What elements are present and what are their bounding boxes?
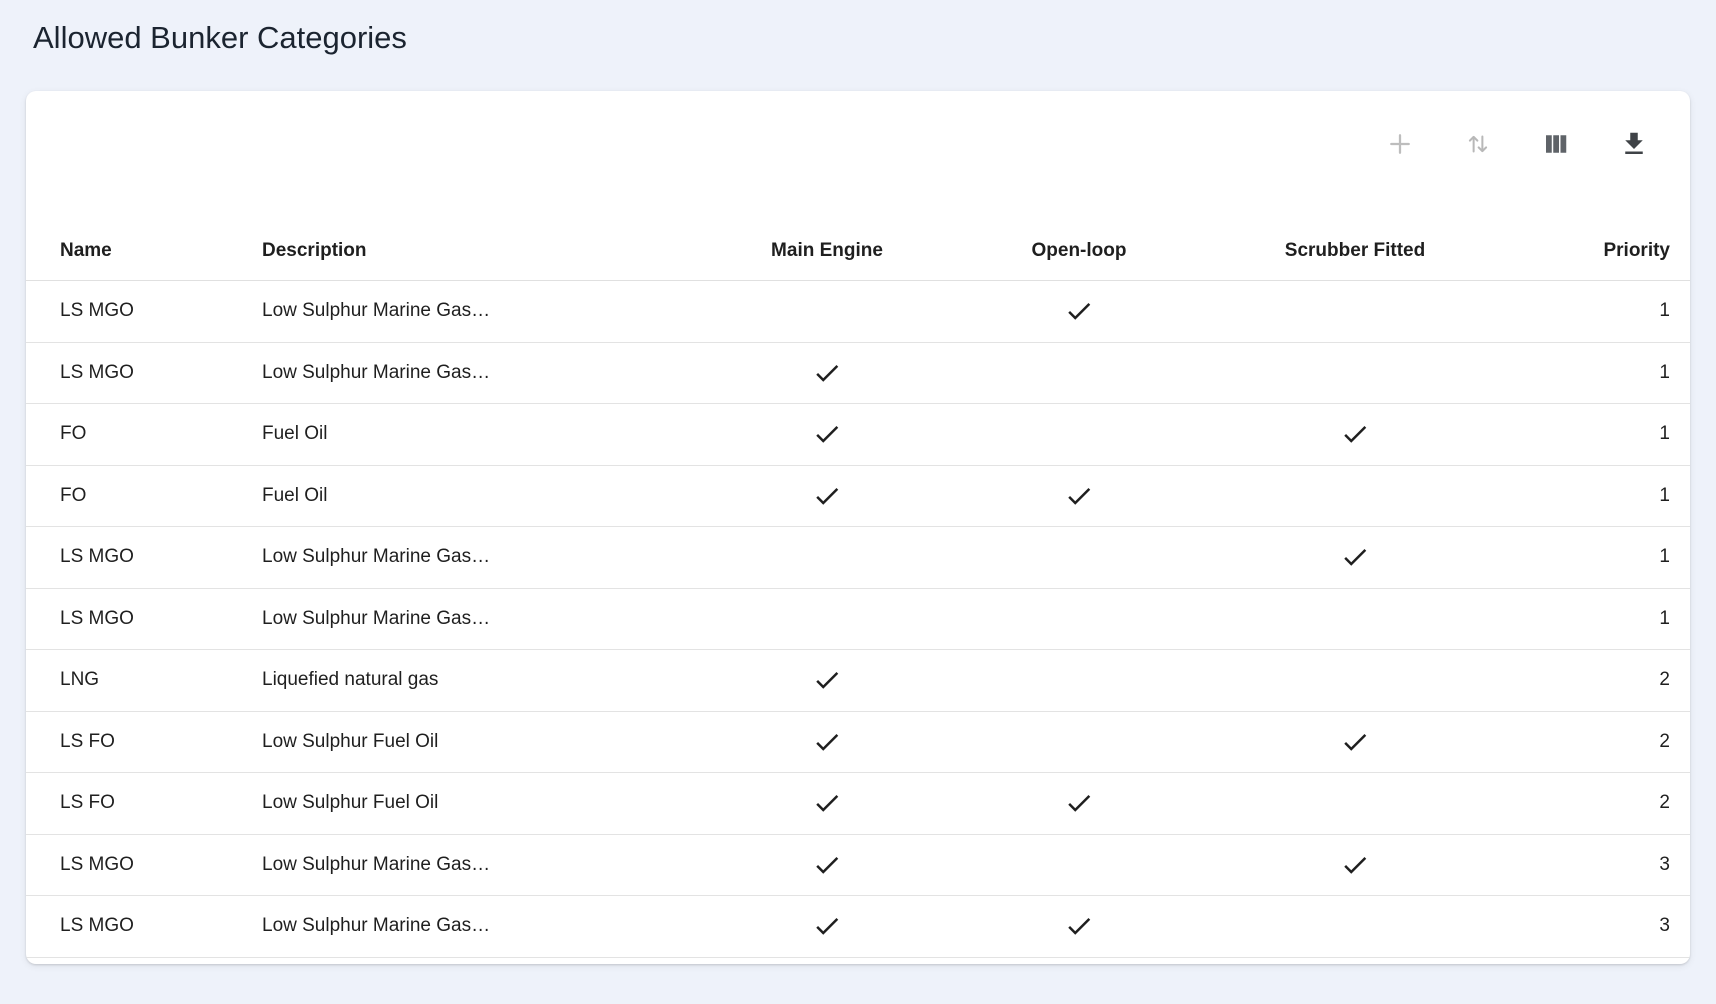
cell-description: Low Sulphur Marine Gas… <box>262 362 702 384</box>
cell-name: LS MGO <box>60 546 262 568</box>
check-icon <box>812 665 842 695</box>
check-icon <box>1064 296 1094 326</box>
table-row[interactable]: LS MGO Low Sulphur Marine Gas… 1 <box>26 589 1690 651</box>
table-body: LS MGO Low Sulphur Marine Gas… 1 LS MGO … <box>26 281 1690 958</box>
table-row[interactable]: LS MGO Low Sulphur Marine Gas… 1 <box>26 527 1690 589</box>
check-icon <box>812 358 842 388</box>
cell-main-engine <box>702 419 952 449</box>
column-header-main-engine[interactable]: Main Engine <box>702 240 952 262</box>
check-icon <box>812 850 842 880</box>
check-icon <box>1064 911 1094 941</box>
column-header-open-loop[interactable]: Open-loop <box>952 240 1206 262</box>
cell-priority: 3 <box>1504 915 1670 937</box>
cell-main-engine <box>702 911 952 941</box>
bunker-categories-card: Name Description Main Engine Open-loop S… <box>26 91 1690 964</box>
add-button[interactable] <box>1382 127 1418 163</box>
cell-description: Fuel Oil <box>262 485 702 507</box>
columns-icon <box>1541 129 1571 162</box>
cell-open-loop <box>952 911 1206 941</box>
check-icon <box>1340 542 1370 572</box>
download-button[interactable] <box>1616 127 1652 163</box>
cell-priority: 1 <box>1504 546 1670 568</box>
cell-priority: 1 <box>1504 608 1670 630</box>
table-row[interactable]: LS FO Low Sulphur Fuel Oil 2 <box>26 712 1690 774</box>
cell-main-engine <box>702 727 952 757</box>
cell-priority: 3 <box>1504 854 1670 876</box>
cell-description: Low Sulphur Fuel Oil <box>262 792 702 814</box>
table-row[interactable]: LS FO Low Sulphur Fuel Oil 2 <box>26 773 1690 835</box>
check-icon <box>812 788 842 818</box>
cell-name: LS FO <box>60 731 262 753</box>
cell-name: LS MGO <box>60 854 262 876</box>
cell-scrubber-fitted <box>1206 727 1504 757</box>
cell-priority: 2 <box>1504 792 1670 814</box>
table-row[interactable]: FO Fuel Oil 1 <box>26 466 1690 528</box>
card-bottom-padding <box>26 958 1690 964</box>
cell-main-engine <box>702 788 952 818</box>
page-title: Allowed Bunker Categories <box>33 18 1690 58</box>
columns-button[interactable] <box>1538 127 1574 163</box>
cell-open-loop <box>952 296 1206 326</box>
cell-open-loop <box>952 481 1206 511</box>
check-icon <box>812 911 842 941</box>
cell-scrubber-fitted <box>1206 542 1504 572</box>
check-icon <box>812 727 842 757</box>
cell-description: Low Sulphur Fuel Oil <box>262 731 702 753</box>
check-icon <box>812 481 842 511</box>
table-row[interactable]: LS MGO Low Sulphur Marine Gas… 1 <box>26 343 1690 405</box>
cell-main-engine <box>702 665 952 695</box>
table-header-row: Name Description Main Engine Open-loop S… <box>26 221 1690 281</box>
cell-scrubber-fitted <box>1206 850 1504 880</box>
column-header-name[interactable]: Name <box>60 240 262 262</box>
cell-name: LS MGO <box>60 915 262 937</box>
cell-description: Low Sulphur Marine Gas… <box>262 300 702 322</box>
cell-description: Low Sulphur Marine Gas… <box>262 854 702 876</box>
cell-name: FO <box>60 485 262 507</box>
cell-description: Low Sulphur Marine Gas… <box>262 608 702 630</box>
check-icon <box>1064 481 1094 511</box>
cell-main-engine <box>702 850 952 880</box>
cell-priority: 1 <box>1504 300 1670 322</box>
cell-description: Liquefied natural gas <box>262 669 702 691</box>
download-icon <box>1619 129 1649 162</box>
cell-priority: 1 <box>1504 485 1670 507</box>
table-row[interactable]: FO Fuel Oil 1 <box>26 404 1690 466</box>
cell-name: LNG <box>60 669 262 691</box>
cell-description: Low Sulphur Marine Gas… <box>262 915 702 937</box>
cell-open-loop <box>952 788 1206 818</box>
cell-name: LS FO <box>60 792 262 814</box>
plus-icon <box>1385 129 1415 162</box>
cell-main-engine <box>702 358 952 388</box>
check-icon <box>1340 727 1370 757</box>
column-header-priority[interactable]: Priority <box>1504 240 1670 262</box>
table-row[interactable]: LS MGO Low Sulphur Marine Gas… 1 <box>26 281 1690 343</box>
cell-name: LS MGO <box>60 300 262 322</box>
table-row[interactable]: LNG Liquefied natural gas 2 <box>26 650 1690 712</box>
check-icon <box>1064 788 1094 818</box>
cell-name: LS MGO <box>60 362 262 384</box>
check-icon <box>812 419 842 449</box>
cell-priority: 1 <box>1504 362 1670 384</box>
cell-priority: 2 <box>1504 731 1670 753</box>
sort-arrows-icon <box>1463 129 1493 162</box>
column-header-scrubber-fitted[interactable]: Scrubber Fitted <box>1206 240 1504 262</box>
table-row[interactable]: LS MGO Low Sulphur Marine Gas… 3 <box>26 835 1690 897</box>
cell-scrubber-fitted <box>1206 419 1504 449</box>
cell-priority: 1 <box>1504 423 1670 445</box>
check-icon <box>1340 419 1370 449</box>
cell-name: LS MGO <box>60 608 262 630</box>
table-toolbar <box>26 91 1690 221</box>
cell-name: FO <box>60 423 262 445</box>
cell-description: Fuel Oil <box>262 423 702 445</box>
sort-button[interactable] <box>1460 127 1496 163</box>
cell-priority: 2 <box>1504 669 1670 691</box>
column-header-description[interactable]: Description <box>262 240 702 262</box>
check-icon <box>1340 850 1370 880</box>
cell-main-engine <box>702 481 952 511</box>
table-row[interactable]: LS MGO Low Sulphur Marine Gas… 3 <box>26 896 1690 958</box>
cell-description: Low Sulphur Marine Gas… <box>262 546 702 568</box>
